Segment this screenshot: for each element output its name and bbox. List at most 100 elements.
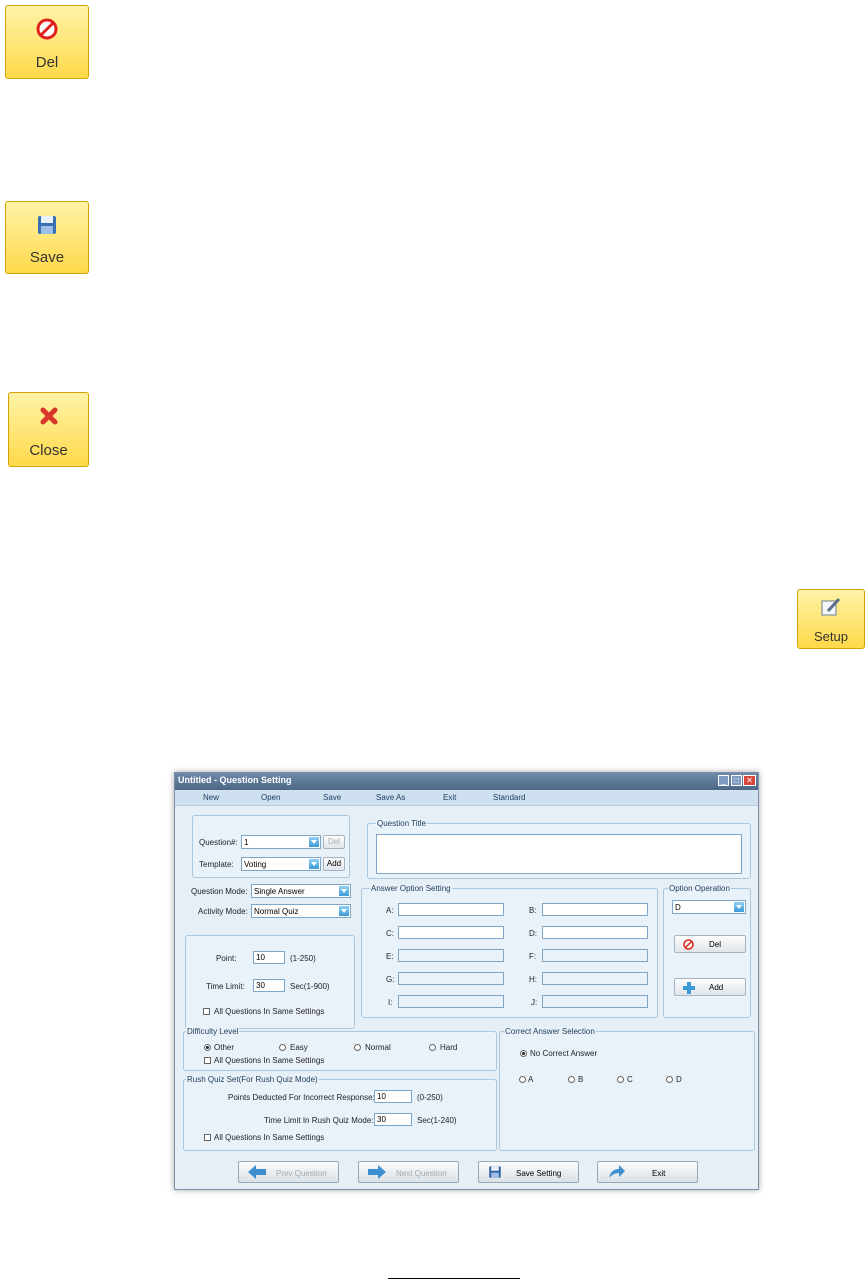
question-mode-value: Single Answer [254,887,305,896]
window-close-icon[interactable]: ✕ [743,775,756,786]
question-number-value: 1 [244,838,249,847]
option-operation-legend: Option Operation [668,884,731,893]
chevron-down-icon[interactable] [309,859,319,869]
option-a-input[interactable] [398,903,504,916]
scoring-panel: Point: 10 (1-250) Time Limit: 30 Sec(1-9… [185,935,355,1029]
menu-save[interactable]: Save [323,793,341,802]
arrow-right-icon [368,1165,386,1179]
option-b-input[interactable] [542,903,648,916]
difficulty-normal-label: Normal [365,1043,391,1052]
rush-deduct-input[interactable]: 10 [374,1090,412,1103]
difficulty-panel: Difficulty Level Other Easy Normal Hard … [183,1027,497,1071]
difficulty-other-radio[interactable] [204,1044,211,1051]
option-i-input[interactable] [398,995,504,1008]
time-limit-range: Sec(1-900) [290,982,330,991]
question-del-button[interactable]: Del [323,835,345,849]
forbidden-icon [683,939,694,950]
rush-same-checkbox[interactable] [204,1134,211,1141]
time-limit-input[interactable]: 30 [253,979,285,992]
option-add-label: Add [709,983,724,992]
option-d-label: D: [529,929,537,938]
option-add-button[interactable]: Add [674,978,746,996]
arrow-left-icon [248,1165,266,1179]
menu-standard[interactable]: Standard [493,793,525,802]
point-range: (1-250) [290,954,316,963]
setup-button[interactable]: Setup [797,589,865,649]
correct-d-radio[interactable] [666,1076,673,1083]
question-title-textarea[interactable] [376,834,742,874]
option-e-input[interactable] [398,949,504,962]
correct-a-radio[interactable] [519,1076,526,1083]
no-correct-answer-radio[interactable] [520,1050,527,1057]
next-question-button[interactable]: Next Question [358,1161,459,1183]
edit-note-icon [821,597,841,616]
question-title-legend: Question Title [376,819,427,828]
difficulty-legend: Difficulty Level [186,1027,240,1036]
rush-deduct-range: (0-250) [417,1093,443,1102]
save-setting-button[interactable]: Save Setting [478,1161,579,1183]
maximize-icon[interactable]: □ [731,775,742,786]
menu-exit[interactable]: Exit [443,793,456,802]
template-select[interactable]: Voting [241,857,321,871]
rush-same-label: All Questions In Same Settings [214,1133,325,1142]
option-e-label: E: [386,952,394,961]
difficulty-hard-label: Hard [440,1043,458,1052]
option-f-input[interactable] [542,949,648,962]
correct-b-label: B [578,1075,584,1084]
difficulty-hard-radio[interactable] [429,1044,436,1051]
save-button[interactable]: Save [5,201,89,274]
option-g-input[interactable] [398,972,504,985]
correct-c-radio[interactable] [617,1076,624,1083]
time-limit-label: Time Limit: [206,982,245,991]
option-del-button[interactable]: Del [674,935,746,953]
prev-question-button[interactable]: Prev Question [238,1161,339,1183]
answer-option-panel: Answer Option Setting A: B: C: D: E: F: … [361,884,658,1018]
chevron-down-icon[interactable] [339,906,349,916]
close-button[interactable]: Close [8,392,89,467]
question-mode-select[interactable]: Single Answer [251,884,351,898]
exit-arrow-icon [609,1165,625,1178]
correct-c-label: C [627,1075,633,1084]
option-c-label: C: [386,929,394,938]
chevron-down-icon[interactable] [309,837,319,847]
option-f-label: F: [529,952,537,961]
chevron-down-icon[interactable] [734,902,744,912]
floppy-disk-icon [38,216,56,234]
forbidden-icon [36,18,58,40]
correct-b-radio[interactable] [568,1076,575,1083]
difficulty-same-checkbox[interactable] [204,1057,211,1064]
option-operation-select[interactable]: D [672,900,746,914]
difficulty-normal-radio[interactable] [354,1044,361,1051]
scoring-same-checkbox[interactable] [203,1008,210,1015]
template-add-button[interactable]: Add [323,857,345,871]
point-input[interactable]: 10 [253,951,285,964]
difficulty-easy-label: Easy [290,1043,308,1052]
question-number-select[interactable]: 1 [241,835,321,849]
exit-button[interactable]: Exit [597,1161,698,1183]
difficulty-easy-radio[interactable] [279,1044,286,1051]
no-correct-answer-label: No Correct Answer [530,1049,598,1058]
del-button[interactable]: Del [5,5,89,79]
option-c-input[interactable] [398,926,504,939]
option-operation-value: D [675,903,681,912]
menu-open[interactable]: Open [261,793,281,802]
floppy-disk-icon [489,1166,501,1178]
activity-mode-select[interactable]: Normal Quiz [251,904,351,918]
option-b-label: B: [529,906,537,915]
del-button-label: Del [35,54,59,71]
difficulty-other-label: Other [214,1043,235,1052]
option-d-input[interactable] [542,926,648,939]
activity-mode-label: Activity Mode: [198,907,248,916]
option-j-input[interactable] [542,995,648,1008]
option-h-input[interactable] [542,972,648,985]
window-titlebar: Untitled - Question Setting _ □ ✕ [175,773,758,790]
chevron-down-icon[interactable] [339,886,349,896]
menu-save-as[interactable]: Save As [376,793,405,802]
minimize-icon[interactable]: _ [718,775,729,786]
menu-new[interactable]: New [203,793,219,802]
setup-button-label: Setup [814,629,848,644]
question-setting-window: Untitled - Question Setting _ □ ✕ New Op… [174,772,759,1190]
option-g-label: G: [386,975,395,984]
template-label: Template: [199,860,234,869]
rush-time-input[interactable]: 30 [374,1113,412,1126]
